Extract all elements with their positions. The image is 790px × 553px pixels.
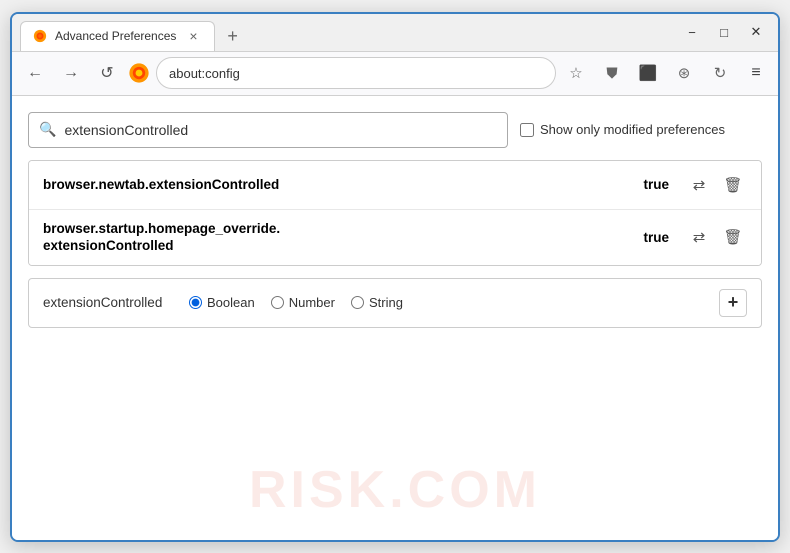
content-area: RISK.COM 🔍 Show only modified preference… <box>12 96 778 540</box>
tab-area: Advanced Preferences × + <box>20 14 670 51</box>
title-bar: Advanced Preferences × + − □ ✕ <box>12 14 778 52</box>
row-actions: ⇄ 🗑 <box>685 223 747 251</box>
number-radio[interactable] <box>271 296 284 309</box>
back-button[interactable]: ← <box>20 58 50 88</box>
tab-favicon <box>33 29 47 43</box>
forward-button[interactable]: → <box>56 58 86 88</box>
nav-bar: ← → ↺ about:config ☆ ⛊ ⬛ ⊛ ↻ ≡ <box>12 52 778 96</box>
pref-value: true <box>643 177 669 192</box>
boolean-label: Boolean <box>207 295 255 310</box>
pref-name-line2: extensionControlled <box>43 237 635 255</box>
number-label: Number <box>289 295 335 310</box>
nav-icons: ☆ ⛊ ⬛ ⊛ ↻ ≡ <box>562 59 770 87</box>
pref-name-line1: browser.startup.homepage_override. <box>43 220 635 238</box>
string-label: String <box>369 295 403 310</box>
new-pref-name: extensionControlled <box>43 295 173 310</box>
bookmark-icon[interactable]: ☆ <box>562 59 590 87</box>
string-radio-label[interactable]: String <box>351 295 403 310</box>
tab-close-button[interactable]: × <box>184 27 202 45</box>
trash-icon: 🗑 <box>723 228 742 246</box>
active-tab[interactable]: Advanced Preferences × <box>20 21 215 51</box>
maximize-button[interactable]: □ <box>710 18 738 46</box>
profile-icon[interactable]: ⊛ <box>670 59 698 87</box>
string-radio[interactable] <box>351 296 364 309</box>
trash-icon: 🗑 <box>723 176 742 194</box>
extension-icon[interactable]: ⬛ <box>634 59 662 87</box>
pref-name: browser.startup.homepage_override. exten… <box>43 220 635 255</box>
tab-title: Advanced Preferences <box>55 29 176 43</box>
address-bar[interactable]: about:config <box>156 57 556 89</box>
table-row: browser.newtab.extensionControlled true … <box>29 161 761 210</box>
show-modified-text: Show only modified preferences <box>540 122 725 137</box>
preference-search-box[interactable]: 🔍 <box>28 112 508 148</box>
search-row: 🔍 Show only modified preferences <box>28 112 762 148</box>
toggle-button[interactable]: ⇄ <box>685 223 713 251</box>
pref-value: true <box>643 230 669 245</box>
close-button[interactable]: ✕ <box>742 18 770 46</box>
watermark: RISK.COM <box>249 460 541 520</box>
toggle-icon: ⇄ <box>693 176 706 194</box>
boolean-radio[interactable] <box>189 296 202 309</box>
reload-button[interactable]: ↺ <box>92 58 122 88</box>
new-pref-row: extensionControlled Boolean Number Strin… <box>28 278 762 328</box>
table-row: browser.startup.homepage_override. exten… <box>29 210 761 265</box>
search-icon: 🔍 <box>39 121 56 138</box>
results-table: browser.newtab.extensionControlled true … <box>28 160 762 266</box>
firefox-logo-icon <box>128 62 150 84</box>
boolean-radio-label[interactable]: Boolean <box>189 295 255 310</box>
sync-icon[interactable]: ↻ <box>706 59 734 87</box>
browser-window: Advanced Preferences × + − □ ✕ ← → ↺ abo… <box>10 12 780 542</box>
toggle-button[interactable]: ⇄ <box>685 171 713 199</box>
number-radio-label[interactable]: Number <box>271 295 335 310</box>
menu-button[interactable]: ≡ <box>742 59 770 87</box>
show-modified-label[interactable]: Show only modified preferences <box>520 122 725 137</box>
row-actions: ⇄ 🗑 <box>685 171 747 199</box>
pref-name: browser.newtab.extensionControlled <box>43 176 635 194</box>
minimize-button[interactable]: − <box>678 18 706 46</box>
delete-button[interactable]: 🗑 <box>719 223 747 251</box>
new-tab-button[interactable]: + <box>219 22 246 51</box>
shield-icon[interactable]: ⛊ <box>598 59 626 87</box>
toggle-icon: ⇄ <box>693 228 706 246</box>
address-text: about:config <box>169 66 543 81</box>
show-modified-checkbox[interactable] <box>520 123 534 137</box>
window-controls: − □ ✕ <box>678 18 770 46</box>
delete-button[interactable]: 🗑 <box>719 171 747 199</box>
radio-options: Boolean Number String <box>189 295 703 310</box>
add-preference-button[interactable]: + <box>719 289 747 317</box>
search-input[interactable] <box>64 122 497 138</box>
